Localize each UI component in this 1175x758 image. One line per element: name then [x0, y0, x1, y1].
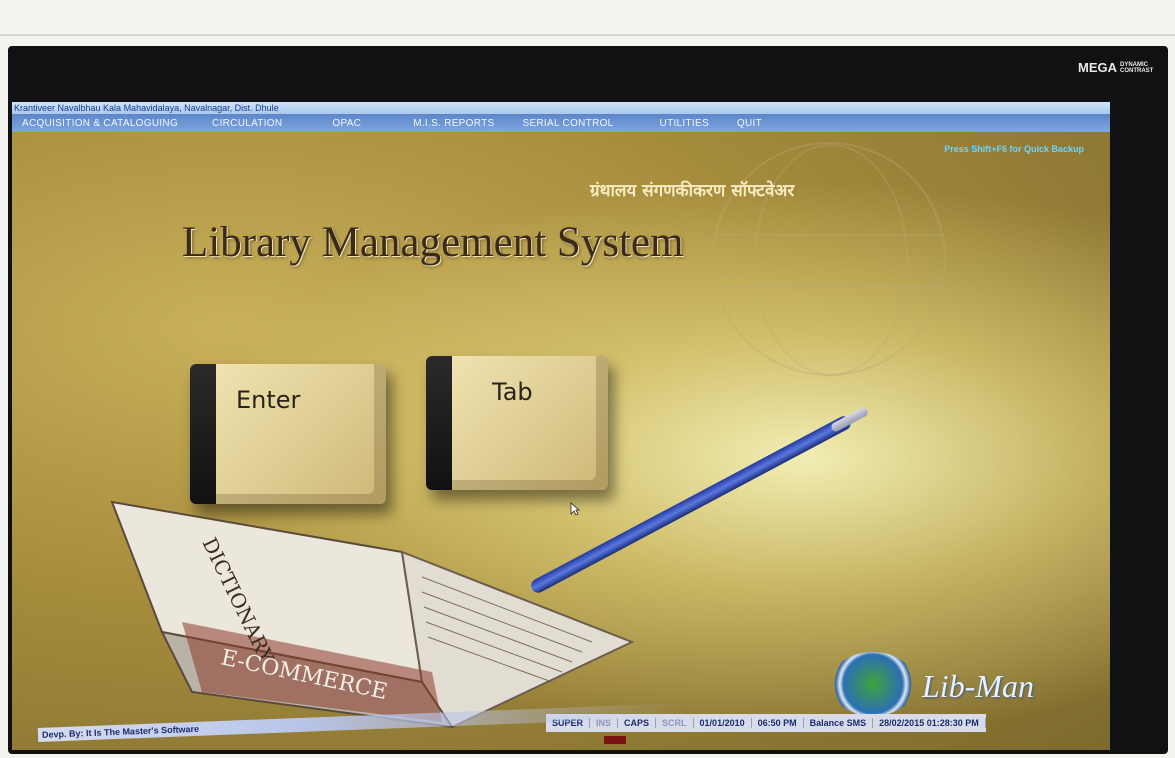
window-title: Krantiveer Navalbhau Kala Mahavidalaya, …	[12, 102, 1110, 114]
menu-opac[interactable]: OPAC	[326, 118, 367, 129]
splash-title: Library Management System	[182, 219, 684, 266]
status-time: 06:50 PM	[752, 718, 804, 728]
backup-hint: Press Shift+F6 for Quick Backup	[944, 144, 1084, 154]
brand-name: MEGA	[1078, 60, 1117, 75]
hindi-title: ग्रंथालय संगणकीकरण सॉफ्टवेअर	[590, 181, 795, 201]
monitor-brand: MEGA DYNAMIC CONTRAST	[1078, 60, 1154, 75]
libman-logo-text: Lib-Man	[922, 668, 1034, 704]
menu-utilities[interactable]: UTILITIES	[654, 118, 715, 129]
book-illustration: DICTIONARY E-COMMERCE	[110, 500, 635, 729]
monitor-bezel: MEGA DYNAMIC CONTRAST Krantiveer Navalbh…	[8, 46, 1168, 754]
menu-mis-reports[interactable]: M.I.S. REPORTS	[407, 118, 500, 129]
tab-key-label: Tab	[492, 378, 533, 406]
status-balance-sms[interactable]: Balance SMS	[804, 718, 874, 728]
menu-quit[interactable]: QUIT	[731, 118, 768, 129]
main-menu: ACQUISITION & CATALOGUING CIRCULATION OP…	[12, 114, 1110, 132]
app-screen: Krantiveer Navalbhau Kala Mahavidalaya, …	[12, 102, 1110, 750]
enter-key-side	[190, 364, 216, 504]
tab-key-side	[426, 356, 452, 490]
status-scrl: SCRL	[656, 718, 694, 728]
tab-key-graphic: Tab	[426, 356, 608, 490]
power-indicator	[604, 736, 626, 744]
status-datetime: 28/02/2015 01:28:30 PM	[873, 718, 986, 728]
enter-key-label: Enter	[236, 386, 301, 414]
menu-acquisition-cataloguing[interactable]: ACQUISITION & CATALOGUING	[16, 118, 184, 129]
status-date: 01/01/2010	[694, 718, 752, 728]
libman-logo-icon	[830, 652, 916, 716]
scan-border-line	[0, 34, 1175, 36]
enter-key-graphic: Enter	[190, 364, 386, 504]
brand-sub: DYNAMIC CONTRAST	[1120, 61, 1154, 74]
menu-circulation[interactable]: CIRCULATION	[206, 118, 288, 129]
mouse-cursor-icon	[570, 502, 580, 516]
menu-serial-control[interactable]: SERIAL CONTROL	[516, 118, 619, 129]
